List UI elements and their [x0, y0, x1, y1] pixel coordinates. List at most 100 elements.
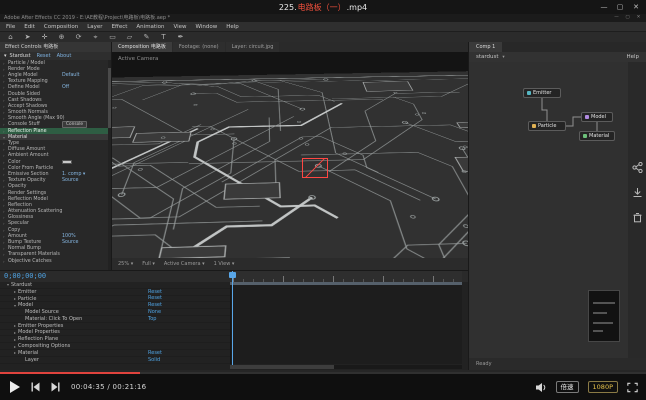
ae-window-control-2[interactable]: ✕ [633, 14, 644, 22]
ae-window-control-1[interactable]: ▢ [622, 14, 633, 22]
stardust-header: stardust ▾ Help [469, 52, 646, 62]
stardust-help-link[interactable]: Help [626, 54, 639, 60]
time-ruler[interactable] [230, 271, 462, 282]
effect-reset-link[interactable]: Reset [37, 53, 51, 59]
volume-icon[interactable] [535, 382, 547, 393]
menu-layer[interactable]: Layer [87, 24, 102, 30]
viewport-status-2[interactable]: Active Camera ▾ [164, 261, 205, 267]
layer-value[interactable]: None [148, 309, 161, 315]
fullscreen-icon[interactable] [627, 382, 638, 393]
layer-value[interactable]: Reset [148, 295, 162, 301]
maximize-icon[interactable]: ▢ [612, 0, 628, 14]
property-value[interactable]: Source [62, 178, 78, 183]
effect-controls-tab[interactable]: Effect Controls 电路板 [0, 42, 111, 52]
effect-about-link[interactable]: About [57, 53, 72, 59]
node-material[interactable]: Material [579, 131, 615, 141]
hand-tool-icon[interactable]: ✛ [40, 33, 49, 41]
ae-window-control-0[interactable]: — [611, 14, 622, 22]
property-label: Render Mode [8, 67, 40, 72]
composition-tabs: Composition 电路板Footage: (none)Layer: cir… [112, 42, 468, 52]
next-button[interactable] [51, 382, 60, 392]
selection-tool-icon[interactable]: ➤ [23, 33, 32, 41]
ae-titlebar-text: Adobe After Effects CC 2019 - E:\AE教程\Pr… [4, 15, 170, 21]
stardust-title-dropdown[interactable]: stardust ▾ [476, 54, 505, 60]
brush-tool-icon[interactable]: ✒ [176, 33, 185, 41]
property-label: Amount [8, 234, 27, 239]
stardust-title: stardust [476, 54, 499, 60]
property-value[interactable]: Default [62, 73, 80, 78]
menu-animation[interactable]: Animation [136, 24, 164, 30]
layer-label: Material [18, 350, 38, 356]
layer-label: Material: Click To Open [25, 316, 82, 322]
nodes-share-icon[interactable] [632, 162, 643, 173]
preset-preview-thumbnail[interactable] [588, 290, 620, 342]
composition-viewport[interactable]: Active Camera [112, 52, 468, 258]
tab-2[interactable]: Layer: circuit.jpg [226, 42, 280, 52]
effect-expand-icon[interactable]: ▾ [4, 53, 7, 59]
menu-file[interactable]: File [6, 24, 15, 30]
property-label: Particle / Model [8, 61, 45, 66]
viewport-status-1[interactable]: Full ▾ [142, 261, 155, 267]
property-label: Reflection Plane [8, 129, 47, 134]
layer-row[interactable]: Layer Solid [0, 357, 230, 364]
node-model[interactable]: Model [581, 112, 613, 122]
node-emitter[interactable]: Emitter [523, 88, 561, 98]
menu-effect[interactable]: Effect [112, 24, 128, 30]
tab-1[interactable]: Footage: (none) [173, 42, 225, 52]
property-label: Texture Opacity [8, 178, 46, 183]
player-right-controls: 倍速 1080P [535, 374, 638, 400]
pen-tool-icon[interactable]: ✎ [142, 33, 151, 41]
trash-icon[interactable] [632, 212, 643, 223]
layer-value[interactable]: Reset [148, 289, 162, 295]
shape-tool-icon[interactable]: ▱ [125, 33, 134, 41]
layer-value[interactable]: Reset [148, 350, 162, 356]
viewport-status-0[interactable]: 25% ▾ [118, 261, 133, 267]
quality-button[interactable]: 1080P [588, 381, 618, 393]
video-player-window: 225. 电路板（一） .mp4 —▢✕ Adobe After Effects… [0, 0, 646, 400]
home-icon[interactable]: ⌂ [6, 33, 15, 41]
close-icon[interactable]: ✕ [628, 0, 644, 14]
work-area-bar[interactable] [230, 282, 462, 285]
property-value[interactable]: Source [62, 240, 78, 245]
node-model-label: Model [591, 114, 606, 120]
menu-window[interactable]: Window [196, 24, 218, 30]
timeline-hscrollbar[interactable] [230, 365, 462, 369]
download-icon[interactable] [632, 187, 643, 198]
play-button[interactable] [10, 381, 20, 393]
layer-label: Model Properties [18, 329, 60, 335]
rotate-tool-icon[interactable]: ⟳ [74, 33, 83, 41]
timeline-track-area[interactable] [230, 282, 462, 364]
node-particle[interactable]: Particle [528, 121, 566, 131]
menu-help[interactable]: Help [226, 24, 239, 30]
minimize-icon[interactable]: — [596, 0, 612, 14]
property-value[interactable]: 1. comp ▾ [62, 172, 85, 177]
playback-speed-button[interactable]: 倍速 [556, 381, 579, 393]
layer-value[interactable]: Solid [148, 357, 160, 363]
layer-value[interactable]: Top [148, 316, 156, 322]
property-label: Color [8, 160, 21, 165]
tab-0[interactable]: Composition 电路板 [112, 42, 172, 52]
playhead-line [232, 271, 233, 365]
menu-edit[interactable]: Edit [24, 24, 35, 30]
layer-row[interactable]: ▸ParticleReset [0, 296, 230, 303]
zoom-tool-icon[interactable]: ⊕ [57, 33, 66, 41]
effect-panel-scrollbar[interactable] [108, 60, 111, 270]
stardust-comp-tab[interactable]: Comp 1 [469, 42, 502, 52]
effect-property-row[interactable]: ›Objective Catches [0, 258, 108, 264]
property-value[interactable]: Off [62, 85, 69, 90]
layer-value[interactable]: Reset [148, 302, 162, 308]
previous-button[interactable] [31, 382, 40, 392]
camera-tool-icon[interactable]: ⌖ [91, 33, 100, 42]
type-tool-icon[interactable]: T [159, 33, 168, 41]
pan-behind-tool-icon[interactable]: ▭ [108, 33, 117, 41]
property-label: Reflection [8, 203, 32, 208]
menu-composition[interactable]: Composition [44, 24, 78, 30]
layer-label: Layer [25, 357, 39, 363]
selection-marker [302, 158, 328, 178]
layer-list: ▾Stardust▸EmitterReset▸ParticleReset▾Mod… [0, 282, 230, 364]
menu-view[interactable]: View [173, 24, 186, 30]
current-timecode[interactable]: 0;00;00;00 [4, 271, 46, 282]
color-swatch[interactable] [62, 160, 72, 164]
property-value[interactable]: 100% [62, 234, 76, 239]
viewport-status-3[interactable]: 1 View ▾ [214, 261, 235, 267]
